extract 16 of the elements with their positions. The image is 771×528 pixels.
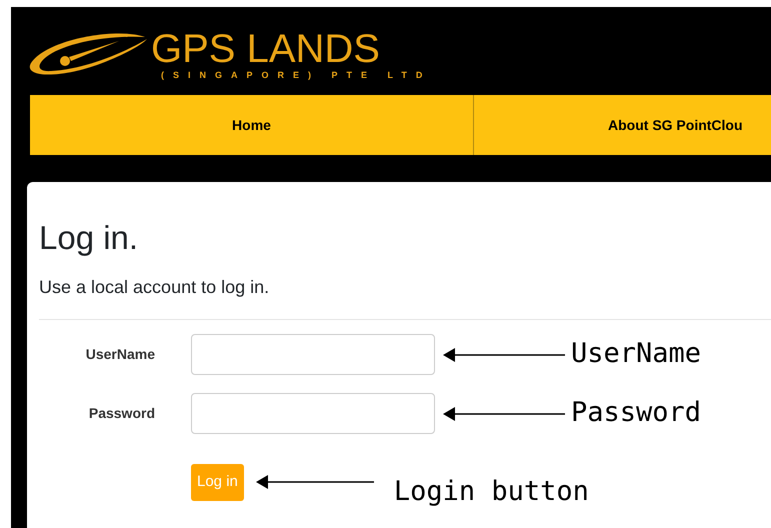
arrow-icon <box>256 474 374 490</box>
annotation-label: Password <box>571 396 702 430</box>
page-title: Log in. <box>39 218 140 258</box>
field-label: Password <box>88 404 155 423</box>
arrow-icon <box>443 406 565 422</box>
page-subtitle: Use a local account to log in. <box>39 276 270 299</box>
nav-link[interactable]: Home <box>30 95 474 155</box>
field-label: UserName <box>84 345 155 364</box>
annotation-label: UserName <box>571 337 702 372</box>
annotation-label: Login button <box>394 475 589 509</box>
arrow-icon <box>443 346 565 362</box>
logo-title: GPS LANDS <box>151 29 381 70</box>
nav-link[interactable]: About SG PointClou <box>474 95 770 155</box>
username-field[interactable] <box>191 334 435 375</box>
password-field[interactable] <box>191 393 435 434</box>
logo-subtitle: (SINGAPORE) PTE LTD <box>161 69 432 82</box>
